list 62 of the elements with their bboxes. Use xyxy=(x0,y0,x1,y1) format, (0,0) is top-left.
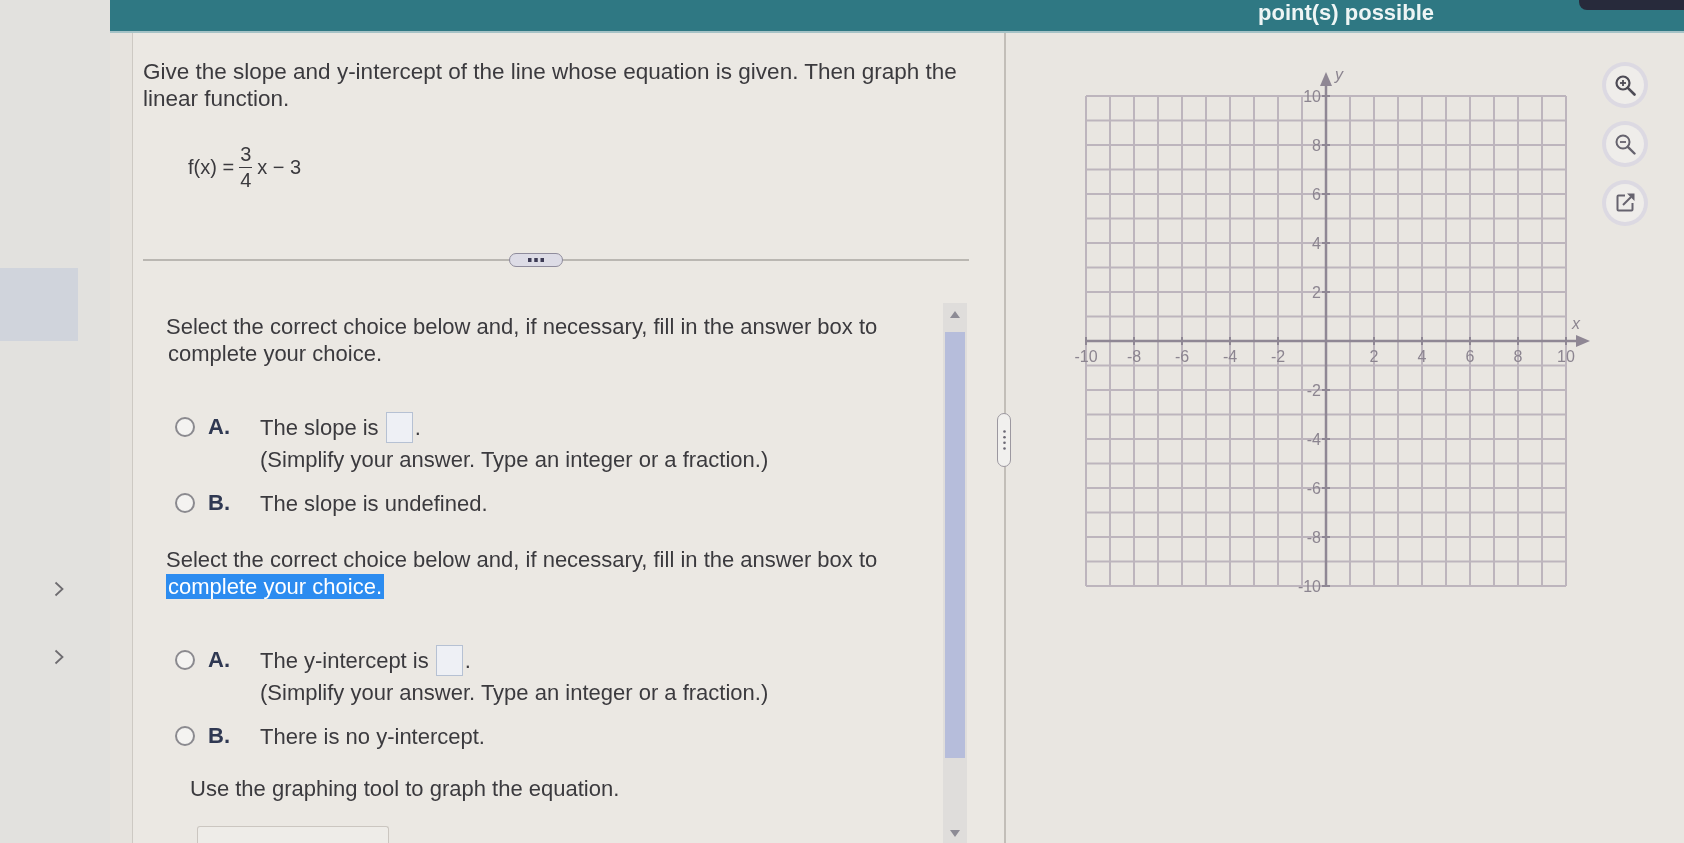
zoom-in-icon xyxy=(1614,74,1636,96)
axis-tick-label: -10 xyxy=(1297,578,1321,595)
pop-out-button[interactable] xyxy=(1606,184,1644,222)
points-text: point(s) possible xyxy=(1258,0,1434,25)
axis-tick-label: 4 xyxy=(1312,235,1321,252)
radio-button[interactable] xyxy=(175,417,195,437)
expand-button[interactable] xyxy=(509,253,563,267)
axis-tick-label: 4 xyxy=(1417,348,1427,365)
radio-button[interactable] xyxy=(175,650,195,670)
zoom-out-icon xyxy=(1614,133,1636,155)
pop-out-icon xyxy=(1614,192,1636,214)
down-arrow-icon[interactable] xyxy=(950,830,960,837)
ellipsis-icon xyxy=(528,258,544,262)
axis-tick-label: 6 xyxy=(1312,186,1321,203)
axis-tick-label: 2 xyxy=(1312,284,1321,301)
choice-text: The y-intercept is xyxy=(260,646,429,674)
answer-box[interactable] xyxy=(435,644,463,676)
axis-tick-label: 6 xyxy=(1465,348,1475,365)
choice-letter: A. xyxy=(208,646,231,674)
answer-box[interactable] xyxy=(385,411,413,443)
choice-letter: B. xyxy=(208,489,231,517)
choice-letter: B. xyxy=(208,722,231,750)
grip-dots-icon xyxy=(1002,430,1006,450)
axis-tick-label: -10 xyxy=(1074,348,1098,365)
axis-tick-label: -6 xyxy=(1306,480,1321,497)
instruction-text: Select the correct choice below and, if necessary, fill in the answer box to complete your choice. xyxy=(166,313,878,367)
radio-button[interactable] xyxy=(175,493,195,513)
scrollbar-thumb[interactable] xyxy=(945,332,965,758)
chevron-right-icon xyxy=(54,581,64,597)
scrollbar-track[interactable] xyxy=(943,303,967,843)
choice-letter: A. xyxy=(208,413,231,441)
zoom-in-button[interactable] xyxy=(1606,66,1644,104)
axis-tick-label: -2 xyxy=(1306,382,1321,399)
hint-text: (Simplify your answer. Type an integer or a fraction.) xyxy=(260,446,770,473)
zoom-out-button[interactable] xyxy=(1606,125,1644,163)
axis-tick-label: -8 xyxy=(1126,348,1142,365)
axis-label: x xyxy=(1572,315,1580,332)
axis-tick-label: 2 xyxy=(1369,348,1379,365)
axis-tick-label: 10 xyxy=(1557,348,1575,365)
instruction-text: Select the correct choice below and, if necessary, fill in the answer box to complete your choice. xyxy=(166,546,878,600)
axis-tick-label: -2 xyxy=(1270,348,1286,365)
punctuation-text: . xyxy=(464,646,471,674)
punctuation-text: . xyxy=(414,413,421,441)
question-text: Give the slope and y-intercept of the line whose equation is given. Then graph the linear function. xyxy=(143,58,958,112)
tool-button[interactable] xyxy=(197,826,389,843)
axis-tick-label: -6 xyxy=(1174,348,1190,365)
instruction-text: Use the graphing tool to graph the equation. xyxy=(190,775,620,802)
choice-text: The slope is xyxy=(260,413,379,441)
axis-tick-label: 8 xyxy=(1312,137,1321,154)
hint-text: (Simplify your answer. Type an integer or a fraction.) xyxy=(260,679,770,706)
axis-tick-label: 8 xyxy=(1513,348,1523,365)
up-arrow-icon[interactable] xyxy=(950,311,960,318)
axis-tick-label: -8 xyxy=(1306,529,1321,546)
axis-tick-label: 10 xyxy=(1303,88,1321,105)
axis-tick-label: -4 xyxy=(1306,431,1321,448)
choice-text: The slope is undefined. xyxy=(260,489,488,517)
radio-button[interactable] xyxy=(175,726,195,746)
choice-text: There is no y-intercept. xyxy=(260,722,485,750)
axis-tick-label: -4 xyxy=(1222,348,1238,365)
splitter-handle[interactable] xyxy=(997,413,1011,467)
axis-label: y xyxy=(1335,66,1343,83)
chevron-right-icon xyxy=(54,649,64,665)
